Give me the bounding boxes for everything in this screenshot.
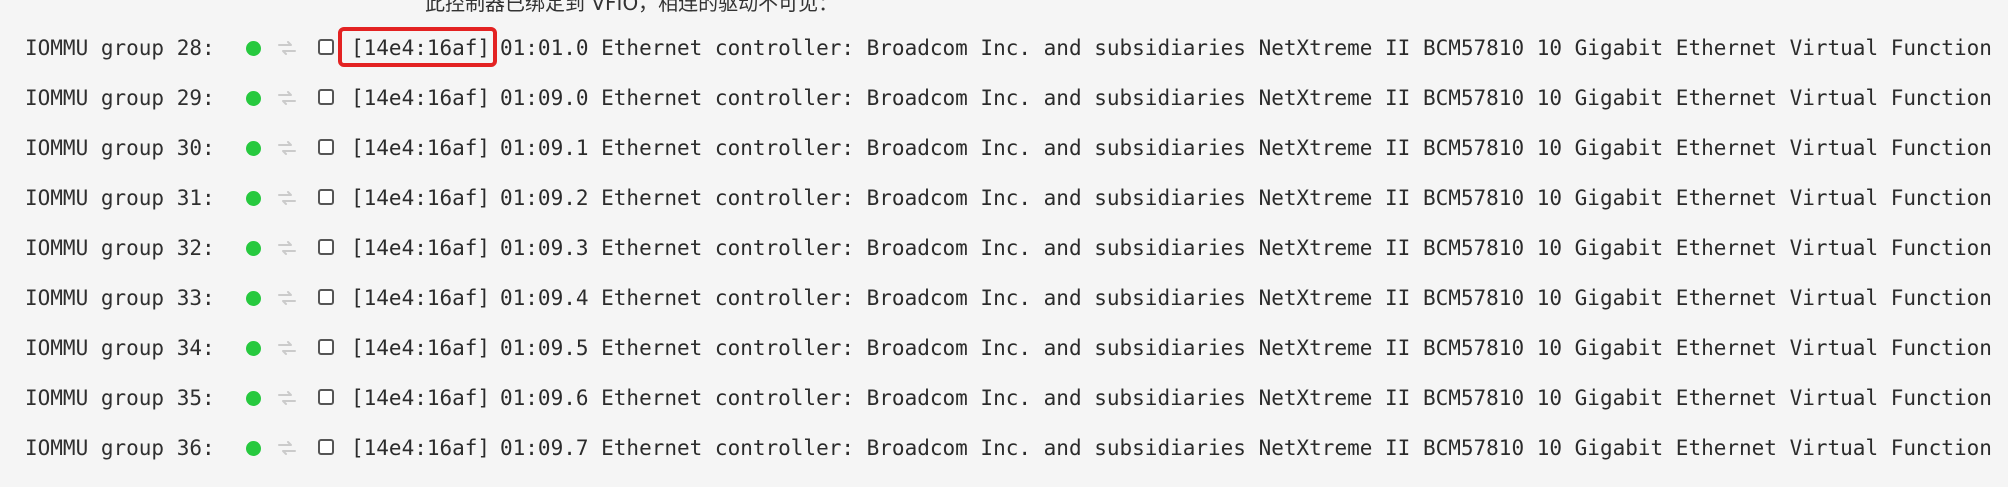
iommu-group-label: IOMMU group 35: [25, 386, 215, 410]
device-description: 01:09.1 Ethernet controller: Broadcom In… [500, 136, 1992, 160]
status-dot-icon [246, 291, 261, 306]
device-id: [14e4:16af] [351, 186, 491, 210]
select-checkbox[interactable] [318, 139, 334, 155]
select-checkbox[interactable] [318, 439, 334, 455]
iommu-group-row: IOMMU group 30: [14e4:16af] 01:09.1 Ethe… [0, 123, 2008, 173]
iommu-group-row: IOMMU group 32: [14e4:16af] 01:09.3 Ethe… [0, 223, 2008, 273]
select-checkbox[interactable] [318, 89, 334, 105]
refresh-icon [276, 438, 298, 458]
select-checkbox[interactable] [318, 289, 334, 305]
device-description: 01:09.0 Ethernet controller: Broadcom In… [500, 86, 1992, 110]
device-id: [14e4:16af] [351, 136, 491, 160]
device-id: [14e4:16af] [351, 86, 491, 110]
iommu-group-row: IOMMU group 35: [14e4:16af] 01:09.6 Ethe… [0, 373, 2008, 423]
refresh-icon [276, 388, 298, 408]
iommu-group-row: IOMMU group 29: [14e4:16af] 01:09.0 Ethe… [0, 73, 2008, 123]
refresh-icon [276, 88, 298, 108]
status-dot-icon [246, 441, 261, 456]
device-id: [14e4:16af] [351, 236, 491, 260]
iommu-group-row: IOMMU group 34: [14e4:16af] 01:09.5 Ethe… [0, 323, 2008, 373]
refresh-icon [276, 138, 298, 158]
status-dot-icon [246, 391, 261, 406]
iommu-group-label: IOMMU group 30: [25, 136, 215, 160]
iommu-group-label: IOMMU group 29: [25, 86, 215, 110]
refresh-icon [276, 288, 298, 308]
iommu-group-label: IOMMU group 31: [25, 186, 215, 210]
device-id: [14e4:16af] [351, 336, 491, 360]
device-id: [14e4:16af] [351, 36, 491, 60]
iommu-group-row: IOMMU group 36: [14e4:16af] 01:09.7 Ethe… [0, 423, 2008, 473]
status-dot-icon [246, 341, 261, 356]
device-id: [14e4:16af] [351, 436, 491, 460]
select-checkbox[interactable] [318, 39, 334, 55]
iommu-group-label: IOMMU group 32: [25, 236, 215, 260]
status-dot-icon [246, 91, 261, 106]
device-description: 01:01.0 Ethernet controller: Broadcom In… [500, 36, 1992, 60]
device-description: 01:09.5 Ethernet controller: Broadcom In… [500, 336, 1992, 360]
iommu-group-row: IOMMU group 31: [14e4:16af] 01:09.2 Ethe… [0, 173, 2008, 223]
iommu-group-label: IOMMU group 28: [25, 36, 215, 60]
refresh-icon [276, 38, 298, 58]
iommu-group-label: IOMMU group 33: [25, 286, 215, 310]
iommu-group-label: IOMMU group 36: [25, 436, 215, 460]
status-dot-icon [246, 141, 261, 156]
select-checkbox[interactable] [318, 189, 334, 205]
iommu-group-list: IOMMU group 28: [14e4:16af] 01:01.0 Ethe… [0, 0, 2008, 487]
status-dot-icon [246, 241, 261, 256]
device-description: 01:09.2 Ethernet controller: Broadcom In… [500, 186, 1992, 210]
device-description: 01:09.6 Ethernet controller: Broadcom In… [500, 386, 1992, 410]
device-description: 01:09.7 Ethernet controller: Broadcom In… [500, 436, 1992, 460]
refresh-icon [276, 238, 298, 258]
device-id: [14e4:16af] [351, 386, 491, 410]
iommu-group-row: IOMMU group 33: [14e4:16af] 01:09.4 Ethe… [0, 273, 2008, 323]
device-description: 01:09.3 Ethernet controller: Broadcom In… [500, 236, 1992, 260]
status-dot-icon [246, 191, 261, 206]
select-checkbox[interactable] [318, 239, 334, 255]
iommu-group-label: IOMMU group 34: [25, 336, 215, 360]
select-checkbox[interactable] [318, 389, 334, 405]
refresh-icon [276, 188, 298, 208]
select-checkbox[interactable] [318, 339, 334, 355]
iommu-group-row: IOMMU group 28: [14e4:16af] 01:01.0 Ethe… [0, 23, 2008, 73]
refresh-icon [276, 338, 298, 358]
device-id: [14e4:16af] [351, 286, 491, 310]
status-dot-icon [246, 41, 261, 56]
device-description: 01:09.4 Ethernet controller: Broadcom In… [500, 286, 1992, 310]
